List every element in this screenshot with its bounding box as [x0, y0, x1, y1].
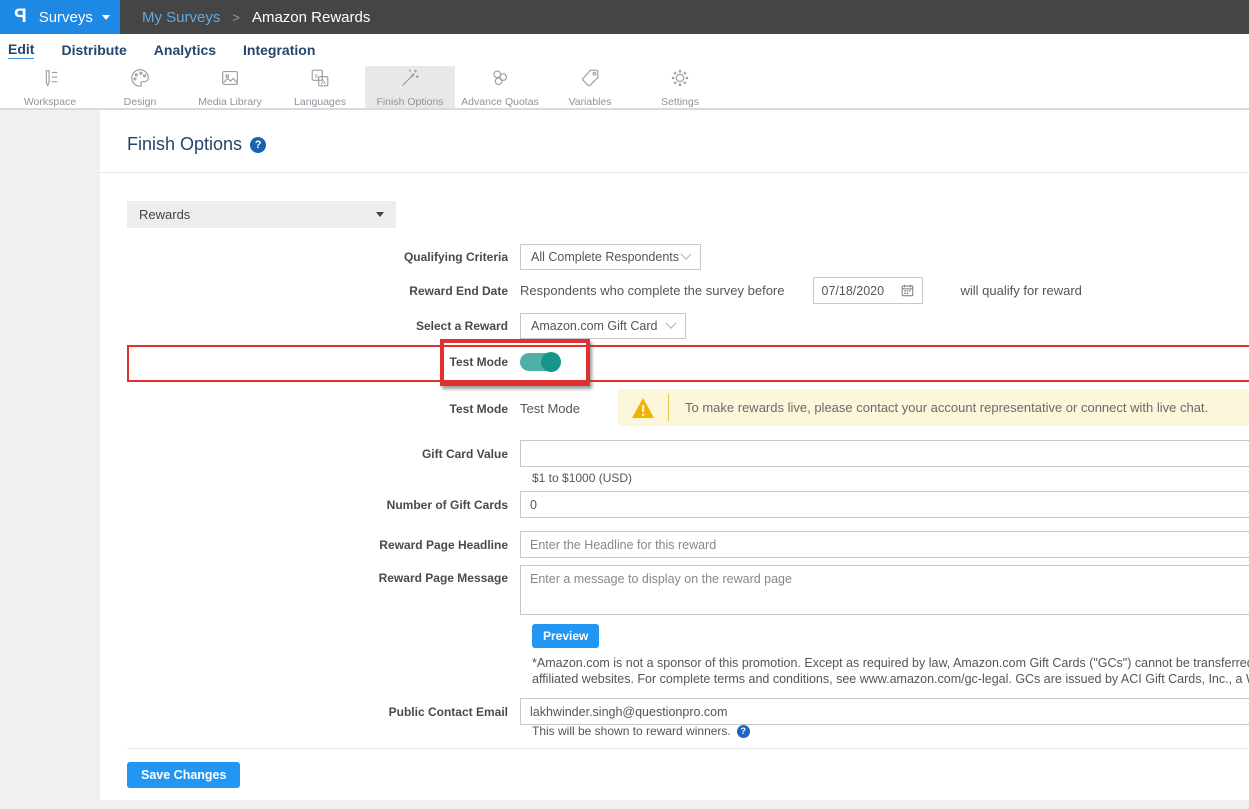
- palette-icon: [129, 67, 151, 94]
- tag-icon: [579, 67, 601, 94]
- preview-button[interactable]: Preview: [532, 624, 599, 648]
- reward-page-headline-input[interactable]: [520, 531, 1249, 558]
- bottom-divider: [127, 748, 1249, 749]
- toolbar-item-workspace[interactable]: Workspace: [5, 66, 95, 108]
- toolbar-label: Workspace: [24, 96, 76, 108]
- gear-icon: [669, 67, 691, 94]
- toolbar-label: Media Library: [198, 96, 262, 108]
- reward-end-date-value: 07/18/2020: [822, 284, 885, 298]
- toolbar-item-advance-quotas[interactable]: Advance Quotas: [455, 66, 545, 108]
- tab-integration[interactable]: Integration: [243, 42, 315, 59]
- select-a-reward-value: Amazon.com Gift Card: [531, 319, 657, 333]
- svg-text:x: x: [315, 71, 319, 80]
- translate-icon: xA: [309, 67, 331, 94]
- reward-end-date-suffix: will qualify for reward: [961, 283, 1082, 298]
- test-mode-toggle[interactable]: [520, 353, 560, 371]
- toolbar-label: Languages: [294, 96, 346, 108]
- chevron-down-icon: [665, 318, 676, 329]
- toolbar-label: Design: [124, 96, 157, 108]
- app-menu-label: Surveys: [39, 9, 93, 26]
- toolbar-label: Variables: [569, 96, 612, 108]
- app-logo-menu[interactable]: P Surveys: [0, 0, 120, 34]
- finish-options-section-dropdown[interactable]: Rewards: [127, 201, 396, 228]
- test-mode-status-value: Test Mode: [520, 401, 580, 416]
- chevron-down-icon: [102, 15, 110, 20]
- test-mode-status-label: Test Mode: [127, 402, 520, 416]
- edit-toolbar: Workspace Design Media Library xA Langua…: [0, 66, 1249, 110]
- magic-wand-icon: [399, 67, 421, 94]
- qualifying-criteria-value: All Complete Respondents: [531, 250, 679, 264]
- warning-text: To make rewards live, please contact you…: [685, 400, 1208, 415]
- toggle-knob: [541, 352, 561, 372]
- toolbar-label: Settings: [661, 96, 699, 108]
- help-icon[interactable]: ?: [737, 725, 750, 738]
- breadcrumb-current-survey: Amazon Rewards: [252, 9, 370, 26]
- image-icon: [219, 67, 241, 94]
- toolbar-label: Advance Quotas: [461, 96, 539, 108]
- toolbar-item-languages[interactable]: xA Languages: [275, 66, 365, 108]
- warning-triangle-icon: [631, 397, 655, 419]
- svg-text:A: A: [321, 77, 326, 86]
- toolbar-label: Finish Options: [376, 96, 443, 108]
- toolbar-item-variables[interactable]: Variables: [545, 66, 635, 108]
- caret-down-icon: [376, 212, 384, 217]
- main-nav-tabs: Edit Distribute Analytics Integration: [0, 34, 1249, 66]
- toolbar-item-settings[interactable]: Settings: [635, 66, 725, 108]
- qualifying-criteria-label: Qualifying Criteria: [127, 250, 520, 264]
- toolbar-item-design[interactable]: Design: [95, 66, 185, 108]
- chain-links-icon: [489, 67, 511, 94]
- help-icon[interactable]: ?: [250, 137, 266, 153]
- top-header-bar: P Surveys My Surveys > Amazon Rewards: [0, 0, 1249, 34]
- section-dropdown-value: Rewards: [139, 207, 190, 222]
- reward-page-message-label: Reward Page Message: [127, 565, 520, 585]
- reward-page-headline-label: Reward Page Headline: [127, 538, 520, 552]
- amazon-disclaimer-line2: affiliated websites. For complete terms …: [532, 672, 1249, 686]
- public-contact-email-helper: This will be shown to reward winners.: [532, 724, 731, 738]
- warning-divider: [668, 394, 669, 421]
- reward-end-date-prefix: Respondents who complete the survey befo…: [520, 283, 785, 298]
- gift-card-value-helper: $1 to $1000 (USD): [532, 471, 632, 485]
- public-contact-email-input[interactable]: [520, 698, 1249, 725]
- reward-end-date-label: Reward End Date: [127, 284, 520, 298]
- number-of-gift-cards-input[interactable]: [520, 491, 1249, 518]
- tab-analytics[interactable]: Analytics: [154, 42, 216, 59]
- breadcrumb-my-surveys[interactable]: My Surveys: [142, 9, 220, 26]
- test-mode-toggle-label: Test Mode: [127, 355, 520, 369]
- title-divider: [100, 172, 1249, 173]
- public-contact-email-label: Public Contact Email: [127, 705, 520, 719]
- page-title: Finish Options: [127, 134, 242, 155]
- tab-edit[interactable]: Edit: [8, 41, 34, 59]
- test-mode-warning-banner: To make rewards live, please contact you…: [618, 389, 1249, 426]
- toolbar-item-media-library[interactable]: Media Library: [185, 66, 275, 108]
- workspace-icon: [39, 67, 61, 94]
- tab-distribute[interactable]: Distribute: [61, 42, 126, 59]
- chevron-down-icon: [680, 249, 691, 260]
- select-a-reward-select[interactable]: Amazon.com Gift Card: [520, 313, 686, 339]
- reward-page-message-textarea[interactable]: [520, 565, 1249, 615]
- questionpro-logo-icon: P: [14, 6, 27, 28]
- reward-end-date-input[interactable]: 07/18/2020: [813, 277, 923, 304]
- breadcrumb-separator: >: [232, 10, 240, 25]
- select-a-reward-label: Select a Reward: [127, 319, 520, 333]
- gift-card-value-label: Gift Card Value: [127, 447, 520, 461]
- amazon-disclaimer-line1: *Amazon.com is not a sponsor of this pro…: [532, 656, 1249, 670]
- number-of-gift-cards-label: Number of Gift Cards: [127, 498, 520, 512]
- breadcrumb: My Surveys > Amazon Rewards: [142, 0, 370, 34]
- toolbar-item-finish-options[interactable]: Finish Options: [365, 66, 455, 108]
- qualifying-criteria-select[interactable]: All Complete Respondents: [520, 244, 701, 270]
- gift-card-value-input[interactable]: [520, 440, 1249, 467]
- save-changes-button[interactable]: Save Changes: [127, 762, 240, 788]
- calendar-icon: [901, 284, 914, 297]
